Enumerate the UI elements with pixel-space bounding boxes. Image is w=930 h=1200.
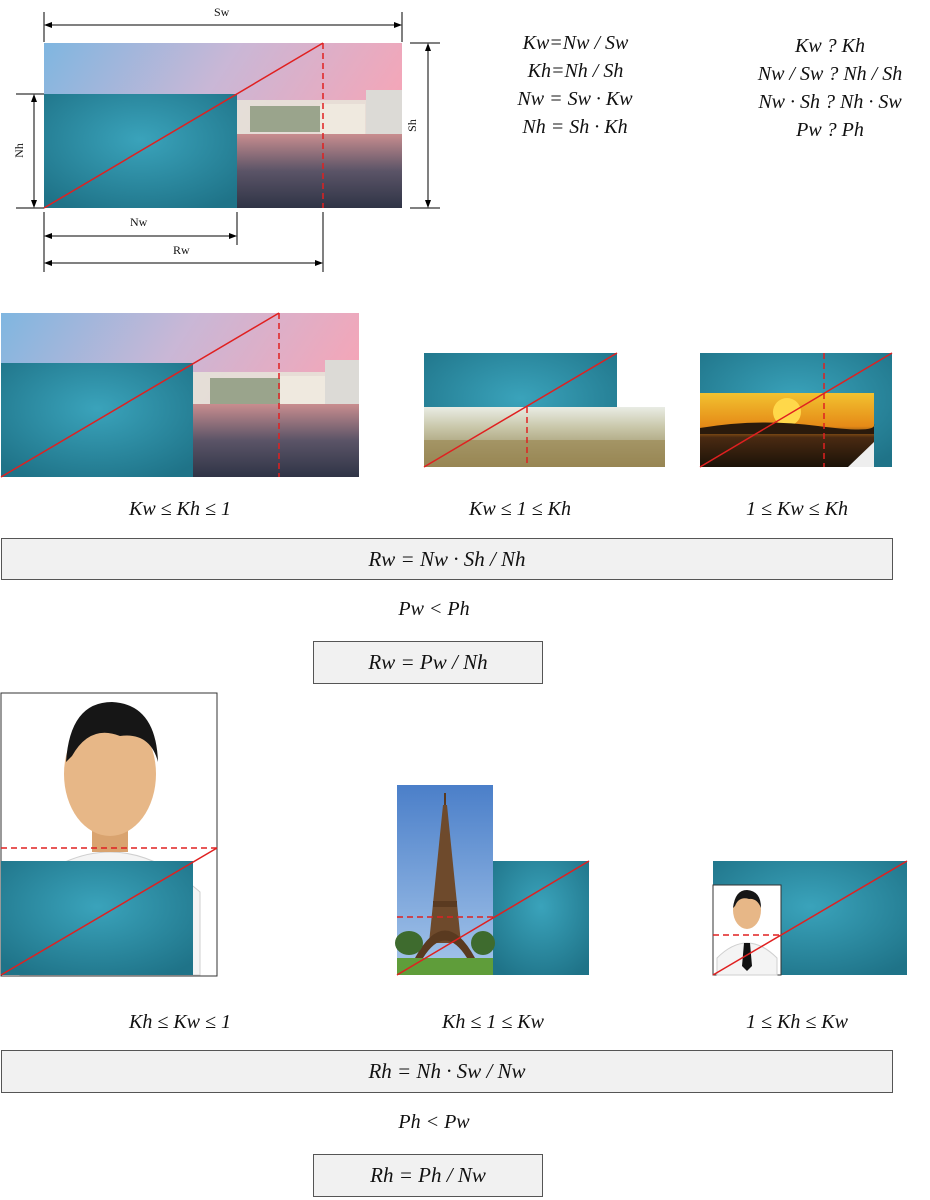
formula-right-3: Nw · Sh ? Nh · Sw xyxy=(758,91,902,113)
row2-condition-3: 1 ≤ Kh ≤ Kw xyxy=(746,1011,848,1033)
row2-comparison: Ph < Pw xyxy=(398,1111,470,1133)
formula-left-4: Nh = Sh · Kh xyxy=(522,116,628,138)
row1-condition-1: Kw ≤ Kh ≤ 1 xyxy=(129,498,231,520)
formula-left-3: Nw = Sw · Kw xyxy=(517,88,633,110)
row2-condition-2: Kh ≤ 1 ≤ Kw xyxy=(442,1011,544,1033)
row1-comparison: Pw < Ph xyxy=(398,598,470,620)
formula-right-2: Nw / Sw ? Nh / Sh xyxy=(757,63,903,85)
row2-example-2 xyxy=(395,785,590,976)
row1-small-formula: Rw = Pw / Nh xyxy=(368,650,488,674)
row1-example-2 xyxy=(423,352,665,468)
label-sw: Sw xyxy=(214,5,230,19)
row2-small-formula-box: Rh = Ph / Nw xyxy=(313,1154,543,1197)
formula-left-1: Kw=Nw / Sw xyxy=(522,32,629,54)
row1-condition-3: 1 ≤ Kw ≤ Kh xyxy=(746,498,848,520)
row1-small-formula-box: Rw = Pw / Nh xyxy=(313,641,543,684)
row2-example-3 xyxy=(712,860,908,976)
label-nh: Nh xyxy=(11,143,26,158)
row2-wide-formula-box: Rh = Nh · Sw / Nw xyxy=(1,1050,893,1093)
label-rw: Rw xyxy=(173,243,190,257)
row1-wide-formula: Rw = Nw · Sh / Nh xyxy=(368,546,526,571)
formula-left-2: Kh=Nh / Sh xyxy=(527,60,624,82)
formula-right-4: Pw ? Ph xyxy=(796,119,864,141)
formula-right-1: Kw ? Kh xyxy=(794,35,866,57)
row2-wide-formula: Rh = Nh · Sw / Nw xyxy=(368,1059,526,1083)
label-nw: Nw xyxy=(130,215,148,229)
row1-example-3 xyxy=(699,352,893,468)
row2-small-formula: Rh = Ph / Nw xyxy=(370,1163,486,1187)
row1-condition-2: Kw ≤ 1 ≤ Kh xyxy=(469,498,571,520)
row1-example-1 xyxy=(0,312,359,478)
row1-wide-formula-box: Rw = Nw · Sh / Nh xyxy=(1,538,893,580)
label-sh: Sh xyxy=(404,119,419,132)
row2-condition-1: Kh ≤ Kw ≤ 1 xyxy=(129,1011,231,1033)
row2-example-1 xyxy=(0,692,218,977)
top-dimension-diagram xyxy=(16,12,440,272)
